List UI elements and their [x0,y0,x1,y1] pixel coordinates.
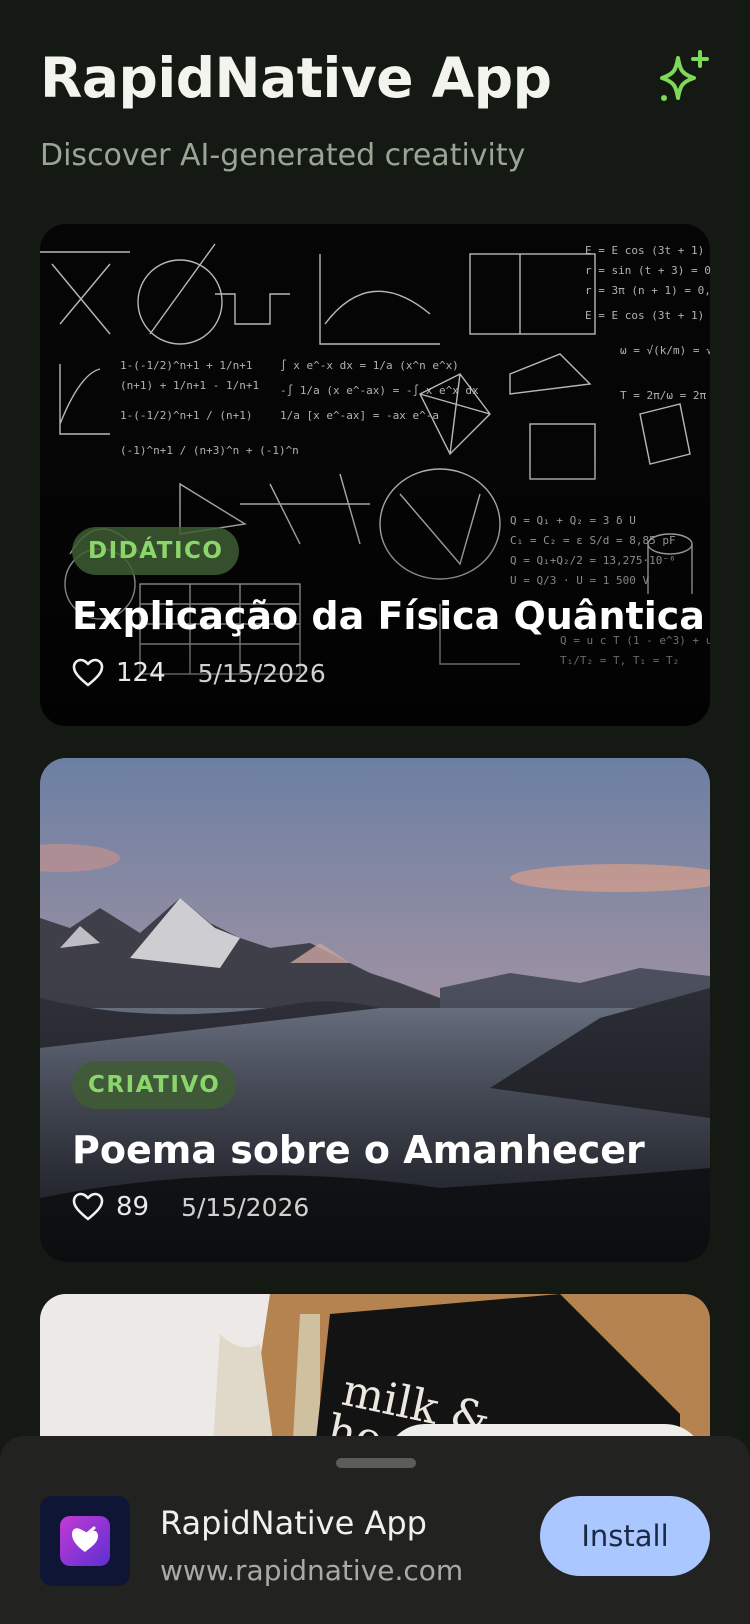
category-tag: DIDÁTICO [72,527,240,575]
page-title: RapidNative App [40,46,552,110]
banner-app-name: RapidNative App [160,1504,427,1542]
banner-app-url: www.rapidnative.com [160,1554,464,1587]
rapidnative-logo-icon [60,1516,110,1566]
sparkle-icon[interactable] [656,48,712,104]
app-icon [40,1496,130,1586]
category-tag: CRIATIVO [72,1061,237,1109]
card-meta: 89 5/15/2026 [72,1191,309,1223]
card-title: Explicação da Física Quântica [72,594,705,638]
content-card[interactable]: CRIATIVO Poema sobre o Amanhecer 89 5/15… [40,758,710,1262]
like-count: 89 [116,1192,150,1222]
header: RapidNative App Discover AI-generated cr… [40,40,712,173]
card-title: Poema sobre o Amanhecer [72,1128,645,1172]
page-subtitle: Discover AI-generated creativity [40,138,526,173]
card-date: 5/15/2026 [181,1192,310,1222]
drag-handle[interactable] [336,1458,416,1468]
heart-icon[interactable] [72,658,104,688]
heart-icon[interactable] [72,1192,104,1222]
card-meta: 124 5/15/2026 [72,657,326,689]
content-card[interactable]: E = E cos (3t + 1) = 1 r = sin (t + 3) =… [40,224,710,726]
card-date: 5/15/2026 [197,658,326,688]
install-banner: RapidNative App www.rapidnative.com Inst… [0,1436,750,1624]
install-button[interactable]: Install [540,1496,710,1576]
like-count: 124 [116,658,166,688]
